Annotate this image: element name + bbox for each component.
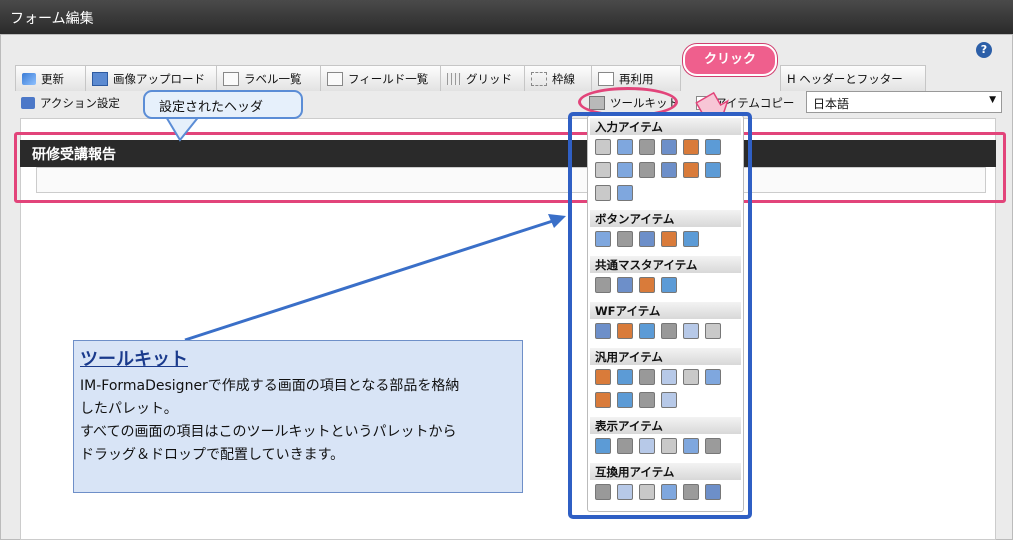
click-bubble: クリック [683, 44, 777, 76]
info-title: ツールキット [80, 349, 188, 370]
header-callout: 設定されたヘッダ [143, 90, 303, 119]
toolkit-highlight-frame [568, 112, 752, 519]
toolkit-info-box: ツールキット IM-FormaDesignerで作成する画面の項目となる部品を格… [73, 340, 523, 493]
info-description: IM-FormaDesignerで作成する画面の項目となる部品を格納 したパレッ… [80, 378, 460, 463]
toolkit-pointer-arrow [184, 216, 563, 342]
